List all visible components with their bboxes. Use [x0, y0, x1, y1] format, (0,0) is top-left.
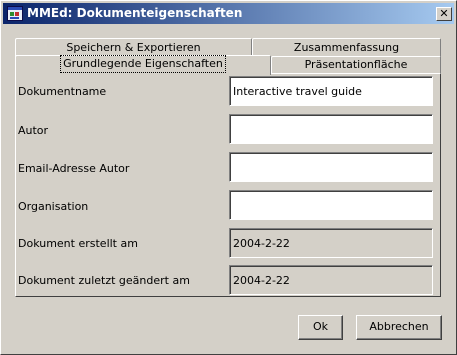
- tab-label: Zusammenfassung: [293, 41, 400, 54]
- tab-label: Speichern & Exportieren: [66, 41, 201, 54]
- close-icon: ✕: [439, 7, 449, 20]
- label-dokumentname: Dokumentname: [18, 85, 107, 98]
- dokumentname-input[interactable]: [229, 76, 433, 106]
- tab-zusammenfassung[interactable]: Zusammenfassung: [252, 38, 441, 58]
- window-title: MMEd: Dokumenteigenschaften: [27, 6, 243, 20]
- label-organisation: Organisation: [18, 200, 89, 213]
- organisation-input[interactable]: [229, 190, 433, 220]
- label-email-autor: Email-Adresse Autor: [18, 162, 130, 175]
- autor-input[interactable]: [229, 114, 433, 144]
- label-erstellt-am: Dokument erstellt am: [18, 237, 138, 250]
- ok-button[interactable]: Ok: [298, 315, 343, 340]
- tab-panel: [15, 73, 441, 297]
- tab-grundlegende-eigenschaften[interactable]: Grundlegende Eigenschaften: [15, 55, 271, 75]
- tab-label: Grundlegende Eigenschaften: [60, 55, 226, 73]
- label-autor: Autor: [18, 124, 49, 137]
- erstellt-am-field: [229, 228, 433, 258]
- app-document-icon: [7, 6, 23, 21]
- title-bar[interactable]: MMEd: Dokumenteigenschaften ✕: [3, 3, 454, 24]
- dialog-window: MMEd: Dokumenteigenschaften ✕ Speichern …: [0, 0, 457, 355]
- geaendert-am-field: [229, 265, 433, 295]
- tab-label: Präsentationfläche: [304, 58, 408, 71]
- close-button[interactable]: ✕: [436, 7, 452, 21]
- tab-praesentationflaeche[interactable]: Präsentationfläche: [271, 56, 441, 74]
- label-geaendert-am: Dokument zuletzt geändert am: [18, 274, 190, 287]
- cancel-button[interactable]: Abbrechen: [356, 315, 442, 340]
- email-autor-input[interactable]: [229, 152, 433, 182]
